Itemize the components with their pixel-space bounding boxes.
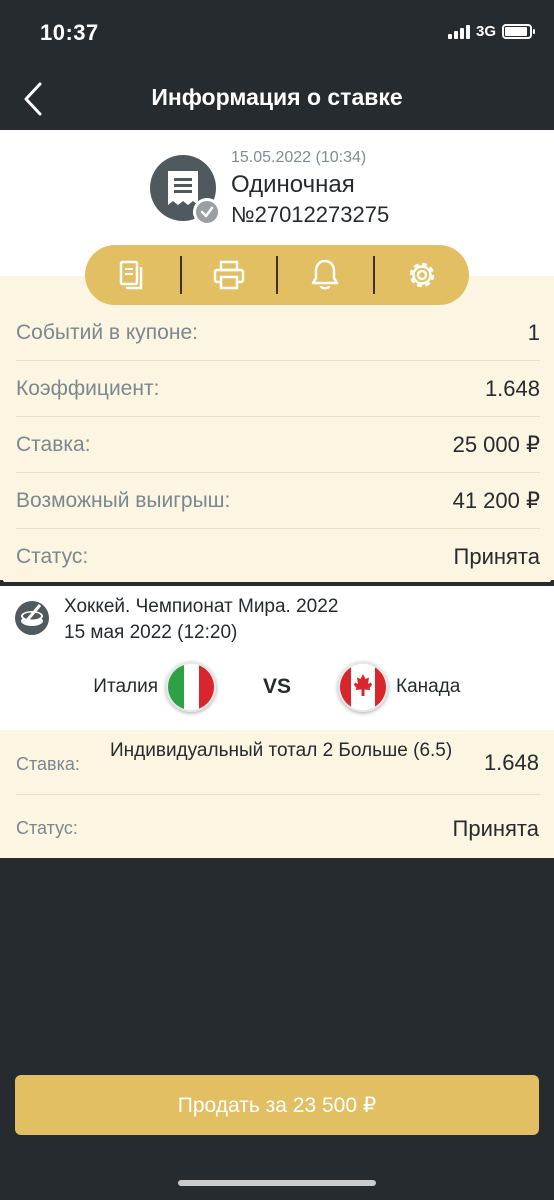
canada-flag-icon [338,662,388,712]
check-icon [193,198,221,226]
copy-button[interactable] [85,245,180,305]
signal-icon [447,24,470,39]
hockey-puck-icon [15,601,49,635]
team-home-name: Италия [93,676,158,697]
bell-icon [312,259,339,290]
bet-type: Одиночная [231,171,355,198]
status-bar: 10:37 3G [0,0,554,66]
battery-icon [502,24,535,39]
detail-value: 25 000 ₽ [452,431,540,457]
page-title: Информация о ставке [151,84,403,110]
detail-label: Возможный выигрыш: [16,488,231,512]
selection-status-value: Принята [452,816,539,841]
detail-label: Событий в купоне: [16,320,198,344]
detail-row: Возможный выигрыш: 41 200 ₽ [16,473,540,529]
detail-label: Ставка: [16,432,91,456]
print-icon [213,260,244,290]
nav-bar: Информация о ставке [0,66,554,130]
copy-icon [120,260,143,290]
event-card: Хоккей. Чемпионат Мира. 2022 15 мая 2022… [0,586,554,730]
print-button[interactable] [182,245,277,305]
notify-button[interactable] [278,245,373,305]
detail-value: 1.648 [484,375,540,401]
detail-label: Статус: [16,545,89,568]
versus-label: VS [262,675,291,698]
bet-details: Событий в купоне: 1 Коэффициент: 1.648 С… [0,276,554,582]
sell-button[interactable]: Продать за 23 500 ₽ [15,1075,539,1135]
selection-stake-label: Ставка: [16,754,80,774]
bet-number: №27012273275 [231,202,390,227]
detail-value: Принята [453,544,540,569]
network-label: 3G [475,23,496,40]
event-title: Хоккей. Чемпионат Мира. 2022 [64,596,339,617]
detail-value: 41 200 ₽ [452,487,540,513]
selection-divider [16,794,540,795]
selection-card: Ставка: Индивидуальный тотал 2 Больше (6… [0,730,554,858]
selection-status-label: Статус: [16,818,78,838]
detail-row: Коэффициент: 1.648 [16,361,540,417]
team-away-name: Канада [396,676,461,697]
settings-button[interactable] [375,245,470,305]
status-indicators: 3G [447,23,535,40]
event-date: 15 мая 2022 (12:20) [64,622,238,643]
selection-odds: 1.648 [483,750,539,775]
detail-row: Ставка: 25 000 ₽ [16,417,540,473]
home-indicator [178,1180,376,1186]
action-bar [85,245,469,305]
status-time: 10:37 [40,20,99,45]
bet-date: 15.05.2022 (10:34) [231,149,367,166]
detail-label: Коэффициент: [16,376,160,400]
detail-row: Событий в купоне: 1 [16,305,540,361]
gear-icon [409,262,434,288]
selection-market: Индивидуальный тотал 2 Больше (6.5) [110,740,453,761]
detail-row: Статус: Принята [16,529,540,585]
italy-flag-icon [166,662,216,712]
detail-value: 1 [527,319,540,345]
